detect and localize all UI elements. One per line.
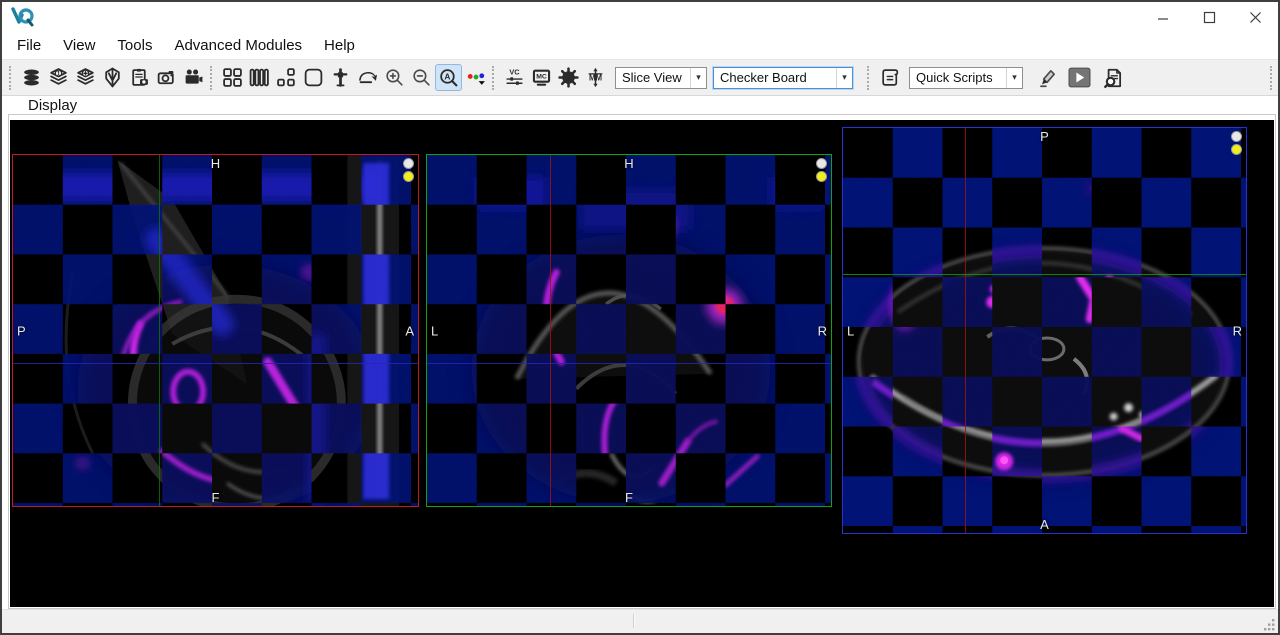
orientation-label-inferior: F bbox=[625, 490, 633, 505]
layers-plus-icon[interactable] bbox=[72, 64, 99, 91]
svg-text:MM: MM bbox=[589, 74, 603, 83]
chevron-down-icon: ▾ bbox=[836, 68, 852, 88]
svg-text:1: 1 bbox=[57, 71, 61, 78]
crosshair-horizontal[interactable] bbox=[427, 363, 831, 364]
crosshair-vertical[interactable] bbox=[159, 155, 160, 506]
crosshair-horizontal[interactable] bbox=[13, 363, 418, 364]
menu-bar: File View Tools Advanced Modules Help bbox=[2, 32, 1278, 59]
mc-screen-icon[interactable]: MC bbox=[528, 64, 555, 91]
orientation-label-right: R bbox=[818, 323, 827, 338]
database-icon[interactable] bbox=[18, 64, 45, 91]
orientation-label-posterior: P bbox=[17, 323, 26, 338]
menu-advanced-modules[interactable]: Advanced Modules bbox=[163, 34, 313, 57]
layout-single-icon[interactable] bbox=[300, 64, 327, 91]
orientation-label-right: R bbox=[1233, 323, 1242, 338]
crosshair-horizontal[interactable] bbox=[843, 274, 1246, 275]
orientation-label-superior: H bbox=[624, 156, 633, 171]
layout-columns-icon[interactable] bbox=[246, 64, 273, 91]
orientation-label-superior: H bbox=[211, 156, 220, 171]
reference-layer-dot[interactable] bbox=[816, 158, 827, 169]
doc-preview-icon[interactable] bbox=[1099, 64, 1126, 91]
app-logo-icon bbox=[11, 6, 35, 28]
resize-grip[interactable] bbox=[1264, 619, 1276, 631]
slice-view-select[interactable]: Slice View ▾ bbox=[615, 67, 707, 89]
menu-file[interactable]: File bbox=[6, 34, 52, 57]
menu-tools[interactable]: Tools bbox=[106, 34, 163, 57]
mm-ruler-icon[interactable]: MM bbox=[582, 64, 609, 91]
toolbar-handle[interactable] bbox=[867, 66, 869, 90]
layout-mixed-icon[interactable] bbox=[273, 64, 300, 91]
camera-icon[interactable] bbox=[153, 64, 180, 91]
main-toolbar: 1 A VC MC DM MM Slice View ▾ Checker Boa… bbox=[2, 59, 1278, 96]
orientation-label-left: L bbox=[431, 323, 438, 338]
overlay-layer-dot[interactable] bbox=[403, 171, 414, 182]
crosshair-vertical[interactable] bbox=[550, 155, 551, 506]
vc-sliders-icon[interactable]: VC bbox=[501, 64, 528, 91]
rotate-view-icon[interactable] bbox=[354, 64, 381, 91]
toolbar-handle[interactable] bbox=[1270, 66, 1272, 90]
zoom-in-icon[interactable] bbox=[381, 64, 408, 91]
axial-view-panel[interactable]: P L R A bbox=[842, 127, 1247, 534]
run-script-icon[interactable] bbox=[1066, 64, 1093, 91]
zoom-out-icon[interactable] bbox=[408, 64, 435, 91]
svg-text:MC: MC bbox=[536, 74, 547, 81]
sagittal-image bbox=[13, 155, 418, 506]
toolbar-handle[interactable] bbox=[210, 66, 212, 90]
clipboard-camera-icon[interactable] bbox=[126, 64, 153, 91]
orientation-label-anterior: A bbox=[1040, 517, 1049, 532]
clamp-icon[interactable] bbox=[327, 64, 354, 91]
chevron-down-icon: ▾ bbox=[1006, 68, 1022, 88]
zoom-fit-icon[interactable]: A bbox=[435, 64, 462, 91]
axial-image bbox=[843, 128, 1246, 533]
sagittal-view-panel[interactable]: H P A F bbox=[12, 154, 419, 507]
orientation-label-anterior: A bbox=[405, 323, 414, 338]
layout-grid-2x2-icon[interactable] bbox=[219, 64, 246, 91]
coronal-image bbox=[427, 155, 831, 506]
status-bar-divider bbox=[633, 614, 635, 628]
viewer-canvas[interactable]: H P A F bbox=[10, 120, 1274, 607]
title-bar[interactable] bbox=[2, 2, 1278, 32]
menu-help[interactable]: Help bbox=[313, 34, 366, 57]
display-group-label: Display bbox=[24, 97, 81, 114]
coronal-view-panel[interactable]: H L R F bbox=[426, 154, 832, 507]
svg-text:VC: VC bbox=[509, 67, 520, 76]
reference-layer-dot[interactable] bbox=[403, 158, 414, 169]
orientation-label-posterior: P bbox=[1040, 129, 1049, 144]
quick-scripts-value: Quick Scripts bbox=[910, 70, 1006, 85]
orientation-label-inferior: F bbox=[212, 490, 220, 505]
quick-scripts-select[interactable]: Quick Scripts ▾ bbox=[909, 67, 1023, 89]
maximize-button[interactable] bbox=[1186, 2, 1232, 32]
reference-layer-dot[interactable] bbox=[1231, 131, 1242, 142]
svg-text:A: A bbox=[444, 71, 450, 81]
fusion-mode-value: Checker Board bbox=[714, 70, 836, 85]
svg-text:DM: DM bbox=[564, 76, 573, 82]
toolbar-handle[interactable] bbox=[9, 66, 11, 90]
layers-one-icon[interactable]: 1 bbox=[45, 64, 72, 91]
chevron-down-icon: ▾ bbox=[690, 68, 706, 88]
status-bar bbox=[2, 609, 1278, 633]
pencil-icon[interactable] bbox=[1033, 64, 1060, 91]
dm-gear-icon[interactable]: DM bbox=[555, 64, 582, 91]
overlay-layer-dot[interactable] bbox=[1231, 144, 1242, 155]
fusion-mode-select[interactable]: Checker Board ▾ bbox=[713, 67, 853, 89]
rgb-channels-icon[interactable] bbox=[462, 64, 489, 91]
minimize-button[interactable] bbox=[1140, 2, 1186, 32]
crosshair-vertical[interactable] bbox=[965, 128, 966, 533]
close-button[interactable] bbox=[1232, 2, 1278, 32]
video-camera-icon[interactable] bbox=[180, 64, 207, 91]
slice-view-value: Slice View bbox=[616, 70, 690, 85]
app-window: File View Tools Advanced Modules Help 1 … bbox=[0, 0, 1280, 635]
orientation-label-left: L bbox=[847, 323, 854, 338]
menu-view[interactable]: View bbox=[52, 34, 106, 57]
overlay-layer-dot[interactable] bbox=[816, 171, 827, 182]
script-scroll-icon[interactable] bbox=[876, 64, 903, 91]
pen-shield-icon[interactable] bbox=[99, 64, 126, 91]
toolbar-handle[interactable] bbox=[492, 66, 494, 90]
